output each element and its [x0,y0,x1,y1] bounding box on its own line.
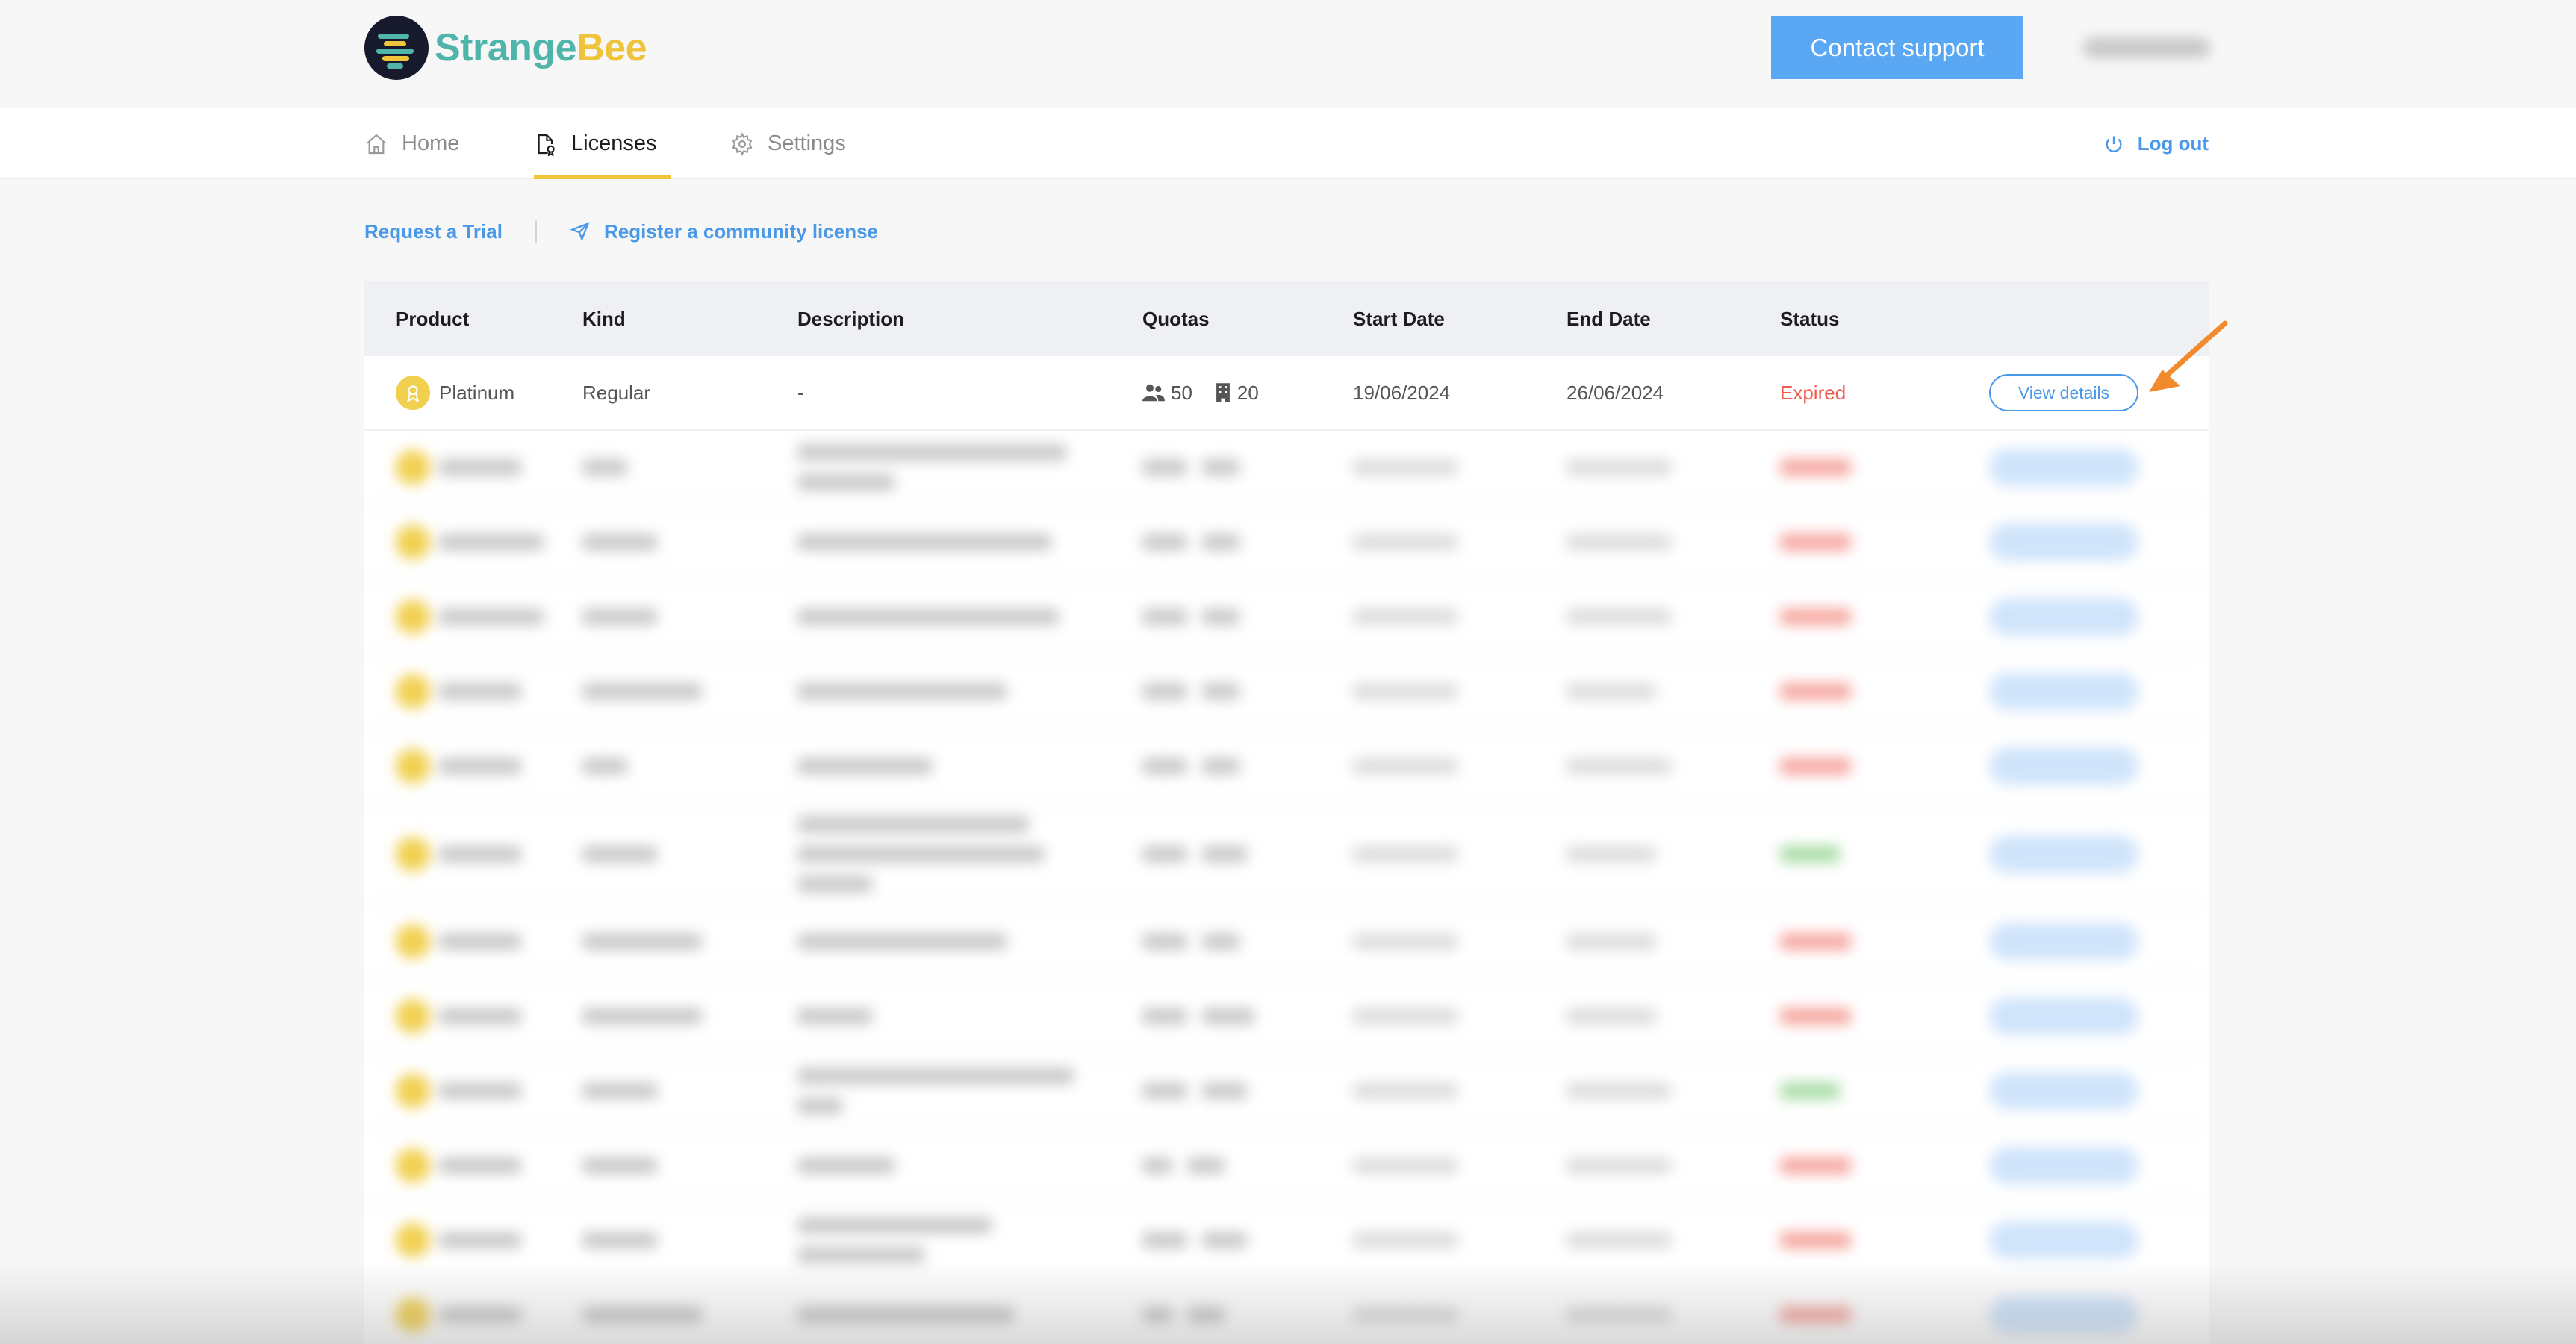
tab-settings[interactable]: Settings [730,108,846,179]
power-icon [2106,136,2122,152]
users-quota-value: 50 [1171,381,1192,404]
table-row[interactable] [364,905,2209,980]
send-icon [570,222,590,242]
kind-cell: Regular [582,381,651,404]
product-cell: Platinum [396,356,514,429]
bottom-shadow [0,1262,2576,1344]
column-start-date[interactable]: Start Date [1353,281,1445,356]
column-quotas[interactable]: Quotas [1142,281,1210,356]
table-row[interactable]: Platinum Regular - 50 20 19/06/2024 26/0… [364,356,2209,431]
table-row[interactable] [364,505,2209,580]
home-icon [367,134,386,154]
main-nav: Home Licenses Settings Log out [0,108,2576,179]
divider [535,220,537,243]
column-description[interactable]: Description [797,281,904,356]
tab-home[interactable]: Home [364,108,459,179]
table-row[interactable] [364,1129,2209,1204]
table-row[interactable] [364,655,2209,729]
highlight-arrow-icon [2149,320,2228,392]
column-product[interactable]: Product [396,281,469,356]
column-end-date[interactable]: End Date [1567,281,1651,356]
building-icon [1216,383,1230,402]
product-name: Platinum [439,381,515,404]
status-cell: Expired [1780,381,1847,404]
tab-licenses[interactable]: Licenses [534,108,672,179]
tab-settings-label: Settings [768,131,846,155]
strangebee-logo[interactable]: StrangeBee [364,16,647,80]
column-kind[interactable]: Kind [582,281,626,356]
license-actions: Request a Trial Register a community lic… [364,213,878,250]
license-icon [538,134,555,156]
end-date-cell: 26/06/2024 [1567,381,1664,404]
gear-icon [732,131,753,156]
tab-licenses-label: Licenses [571,131,657,155]
top-header: StrangeBee Contact support [0,0,2576,108]
user-account-menu[interactable] [2083,37,2210,58]
obscured-rows [364,431,2209,1344]
table-row[interactable] [364,729,2209,804]
organisations-quota-value: 20 [1236,381,1259,404]
view-details-button[interactable]: View details [1989,374,2138,411]
platinum-badge-icon [396,376,430,410]
licenses-table: Product Kind Description Quotas Start Da… [364,281,2209,1344]
tab-home-label: Home [402,131,460,155]
table-row[interactable] [364,580,2209,655]
logo-wordmark: StrangeBee [435,26,647,69]
logout-button[interactable]: Log out [2103,108,2209,179]
quotas-cell: 50 20 [1142,356,1259,429]
users-icon [1142,384,1165,402]
table-row[interactable] [364,431,2209,505]
column-status[interactable]: Status [1780,281,1839,356]
table-header: Product Kind Description Quotas Start Da… [364,281,2209,356]
register-community-license-label: Register a community license [603,220,878,243]
table-row[interactable] [364,980,2209,1054]
logout-label: Log out [2137,132,2209,155]
register-community-license-link[interactable]: Register a community license [570,220,878,243]
action-cell: View details [1989,356,2138,429]
organisations-quota: 20 [1215,382,1259,405]
users-quota: 50 [1142,382,1192,405]
contact-support-button[interactable]: Contact support [1771,16,2023,79]
request-trial-link[interactable]: Request a Trial [364,220,503,243]
table-row[interactable] [364,1054,2209,1129]
logo-mark-icon [364,16,429,80]
table-row[interactable] [364,804,2209,905]
description-cell: - [797,381,804,404]
start-date-cell: 19/06/2024 [1353,381,1451,404]
